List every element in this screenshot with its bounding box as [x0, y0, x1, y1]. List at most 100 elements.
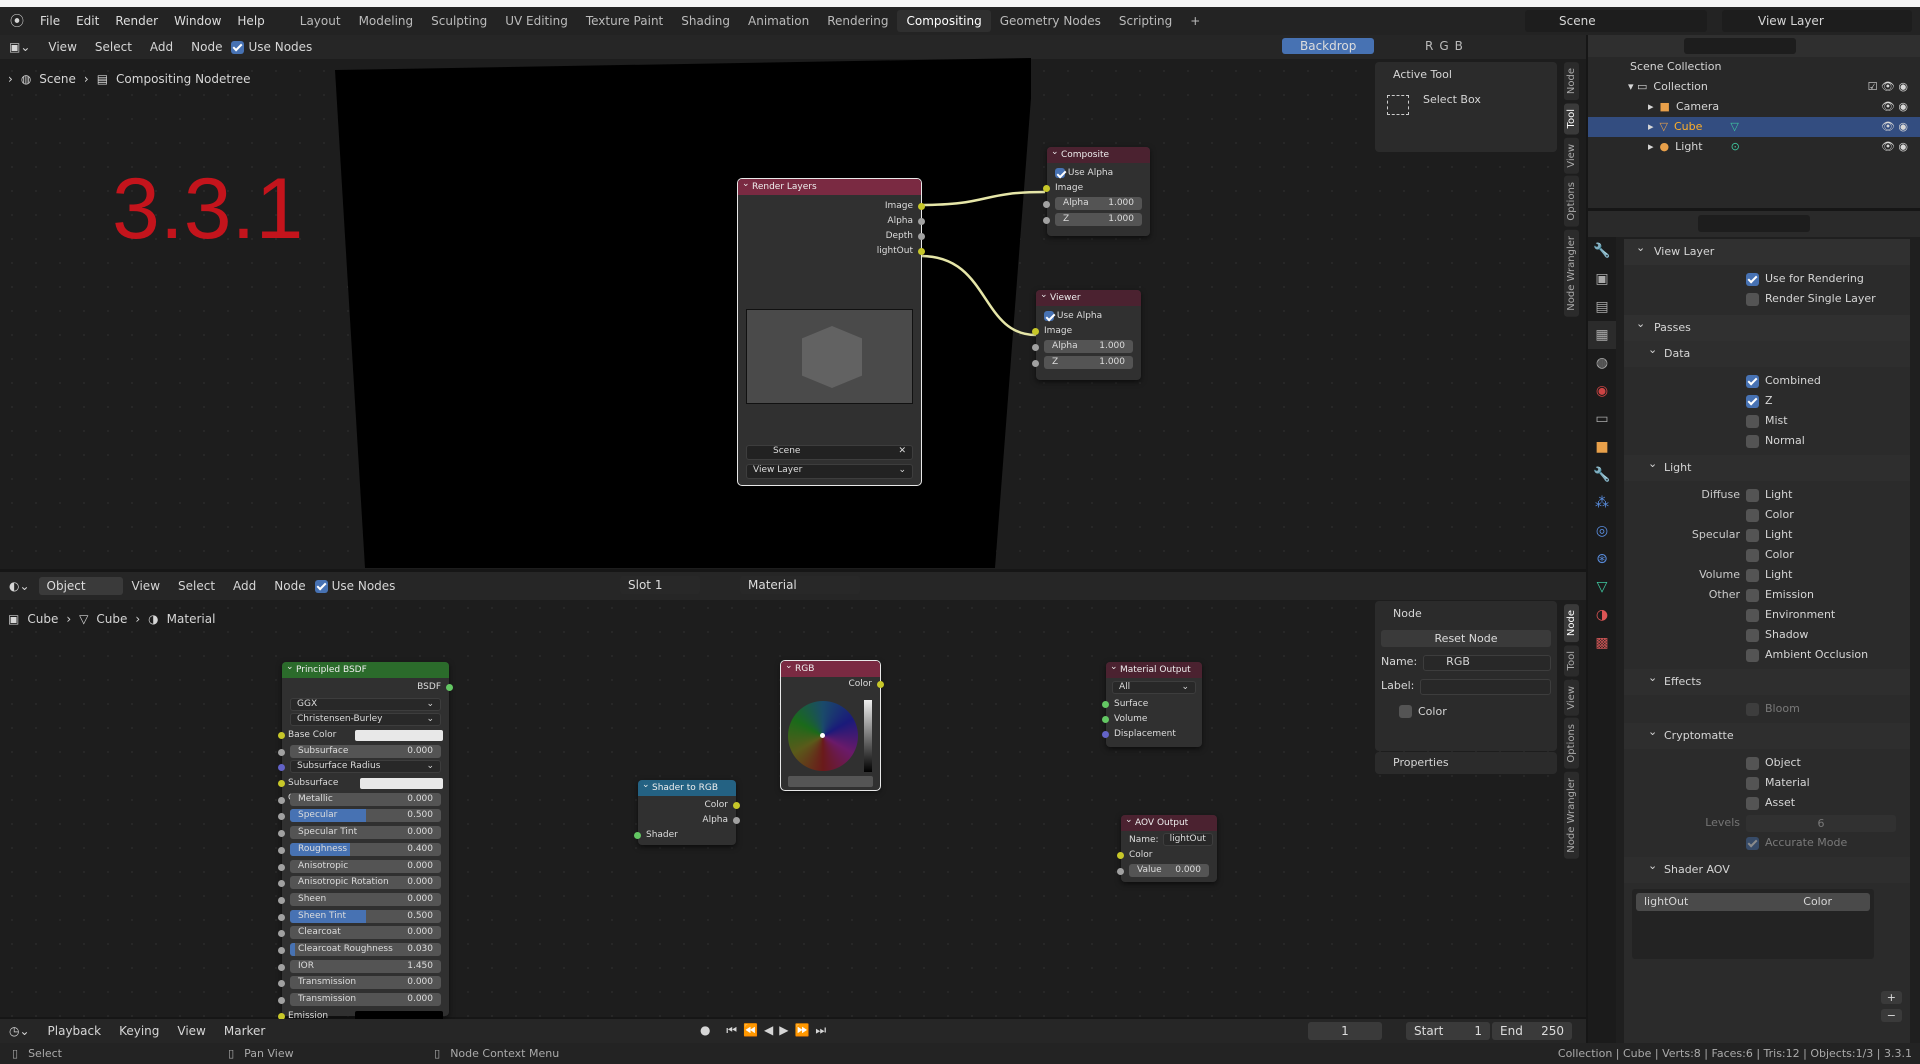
workspace-tab-scripting[interactable]: Scripting: [1110, 10, 1181, 32]
aov-name-field[interactable]: lightOut: [1162, 833, 1213, 846]
socket-alpha[interactable]: [1043, 201, 1050, 208]
breadcrumb-mesh[interactable]: Cube: [96, 612, 127, 626]
playback-controls[interactable]: ● ⏮⏪◀▶⏩⏭: [700, 1023, 832, 1038]
accurate-mode-checkbox[interactable]: [1746, 836, 1759, 850]
visibility-icons[interactable]: ☑ 👁 ◉: [1868, 77, 1908, 97]
subsurface-method-select[interactable]: Christensen-Burley ⌄: [290, 713, 441, 726]
material-tab-icon[interactable]: ◑: [1588, 601, 1616, 629]
alpha-field[interactable]: Alpha 1.000: [1055, 197, 1142, 210]
aov-type-select[interactable]: Color: [1803, 893, 1862, 911]
composite-node[interactable]: Composite Use Alpha Image Alpha1.000 Z1.…: [1043, 144, 1150, 236]
input-value-slider[interactable]: Sheen 0.000: [290, 892, 441, 906]
scene-selector[interactable]: Scene: [1525, 10, 1707, 32]
input-value-slider[interactable]: Metallic 0.000: [290, 792, 441, 806]
color-swatch[interactable]: [360, 778, 443, 790]
pass-checkbox[interactable]: [1746, 648, 1759, 662]
tab-node-wrangler[interactable]: Node Wrangler: [1564, 771, 1579, 859]
pass-checkbox[interactable]: [1746, 488, 1759, 502]
socket-volume[interactable]: [1102, 716, 1109, 723]
collection-tab-icon[interactable]: ▭: [1588, 405, 1616, 433]
view-layer-tab-icon[interactable]: ▦: [1588, 321, 1616, 349]
tab-tool[interactable]: Tool: [1564, 103, 1579, 135]
distribution-select[interactable]: GGX ⌄: [290, 698, 441, 711]
outliner-item-light[interactable]: ▸ ● Light ⊙ 👁 ◉: [1588, 137, 1920, 157]
effects-subpanel-header[interactable]: Effects: [1624, 665, 1910, 695]
socket-value[interactable]: [1117, 868, 1124, 875]
outliner-search[interactable]: [1684, 38, 1796, 54]
input-value-slider[interactable]: Clearcoat 0.000: [290, 926, 441, 940]
tab-node-wrangler[interactable]: Node Wrangler: [1564, 229, 1579, 317]
view-layer-selector[interactable]: View Layer: [1722, 10, 1912, 32]
data-subpanel-header[interactable]: Data: [1624, 337, 1910, 367]
shader-to-rgb-node[interactable]: Shader to RGB Color Alpha Shader: [634, 777, 740, 845]
input-socket[interactable]: [278, 880, 285, 888]
tab-options[interactable]: Options: [1564, 176, 1579, 227]
input-value-slider[interactable]: Subsurface 0.000: [290, 744, 441, 758]
material-output-node[interactable]: Material Output All⌄ Surface Volume Disp…: [1102, 659, 1202, 747]
shader-menu-view[interactable]: View: [123, 579, 169, 593]
pass-checkbox[interactable]: [1746, 394, 1759, 408]
target-select[interactable]: All ⌄: [1112, 681, 1196, 694]
node-panel-title[interactable]: Node: [1375, 601, 1557, 620]
socket-alpha[interactable]: [733, 817, 740, 824]
socket-bsdf[interactable]: [446, 684, 453, 691]
input-value-slider[interactable]: Transmission 0.000: [290, 976, 441, 990]
start-frame-field[interactable]: Start 1: [1406, 1022, 1490, 1040]
input-value-slider[interactable]: IOR 1.450: [290, 959, 441, 973]
editor-type-icon[interactable]: ▣⌄: [0, 40, 39, 54]
input-socket[interactable]: [278, 732, 285, 739]
tab-view[interactable]: View: [1564, 679, 1579, 716]
render-tab-icon[interactable]: ▣: [1588, 265, 1616, 293]
socket-depth[interactable]: [918, 233, 925, 240]
pass-checkbox[interactable]: [1746, 756, 1759, 770]
pass-checkbox[interactable]: [1746, 796, 1759, 810]
subsurface-radius-select[interactable]: Subsurface Radius ⌄: [290, 760, 441, 774]
socket-z[interactable]: [1032, 360, 1039, 367]
input-value-slider[interactable]: Specular Tint 0.000: [290, 826, 441, 840]
channel-r[interactable]: R: [1425, 39, 1439, 53]
pass-checkbox[interactable]: [1746, 548, 1759, 562]
passes-panel-header[interactable]: Passes: [1624, 311, 1910, 341]
levels-field[interactable]: 6: [1746, 814, 1896, 832]
pass-checkbox[interactable]: [1746, 776, 1759, 790]
blender-logo-icon[interactable]: ⦿: [0, 11, 32, 31]
render-layers-title[interactable]: Render Layers: [738, 176, 921, 195]
use-nodes-checkbox[interactable]: [314, 579, 328, 593]
workspace-tab-animation[interactable]: Animation: [739, 10, 818, 32]
node-label-field[interactable]: [1420, 679, 1551, 695]
color-wheel[interactable]: [788, 701, 858, 771]
material-field[interactable]: Material: [740, 576, 860, 594]
color-swatch[interactable]: [788, 776, 873, 787]
color-swatch[interactable]: [355, 730, 443, 741]
color-subpanel[interactable]: Color: [1418, 705, 1447, 718]
use-nodes-checkbox[interactable]: [231, 40, 245, 54]
shader-to-rgb-title[interactable]: Shader to RGB: [638, 777, 736, 796]
socket-color[interactable]: [733, 802, 740, 809]
pass-checkbox[interactable]: [1746, 528, 1759, 542]
output-tab-icon[interactable]: ▤: [1588, 293, 1616, 321]
channel-g[interactable]: G: [1439, 39, 1454, 53]
menu-edit[interactable]: Edit: [68, 14, 107, 28]
shader-menu-node[interactable]: Node: [265, 579, 314, 593]
compositor-menu-view[interactable]: View: [39, 40, 85, 54]
input-socket[interactable]: [278, 896, 285, 904]
menu-render[interactable]: Render: [107, 14, 166, 28]
channel-buttons[interactable]: RGB: [1425, 39, 1469, 53]
physics-tab-icon[interactable]: ◎: [1588, 517, 1616, 545]
workspace-tab-geometry-nodes[interactable]: Geometry Nodes: [991, 10, 1110, 32]
channel-b[interactable]: B: [1455, 39, 1469, 53]
tool-tab-icon[interactable]: 🔧: [1588, 237, 1616, 265]
use-alpha-checkbox[interactable]: [1044, 310, 1054, 321]
active-tool-title[interactable]: Active Tool: [1375, 62, 1557, 81]
current-frame-field[interactable]: 1: [1308, 1022, 1382, 1040]
socket-displacement[interactable]: [1102, 731, 1109, 738]
input-socket[interactable]: [278, 846, 285, 854]
input-value-slider[interactable]: Anisotropic 0.000: [290, 859, 441, 873]
object-tab-icon[interactable]: ■: [1588, 433, 1616, 461]
input-socket[interactable]: [278, 913, 285, 921]
input-value-slider[interactable]: Specular 0.500: [290, 809, 441, 823]
z-field[interactable]: Z 1.000: [1044, 356, 1133, 369]
input-socket[interactable]: [278, 946, 285, 954]
compositor-menu-add[interactable]: Add: [141, 40, 182, 54]
socket-surface[interactable]: [1102, 701, 1109, 708]
